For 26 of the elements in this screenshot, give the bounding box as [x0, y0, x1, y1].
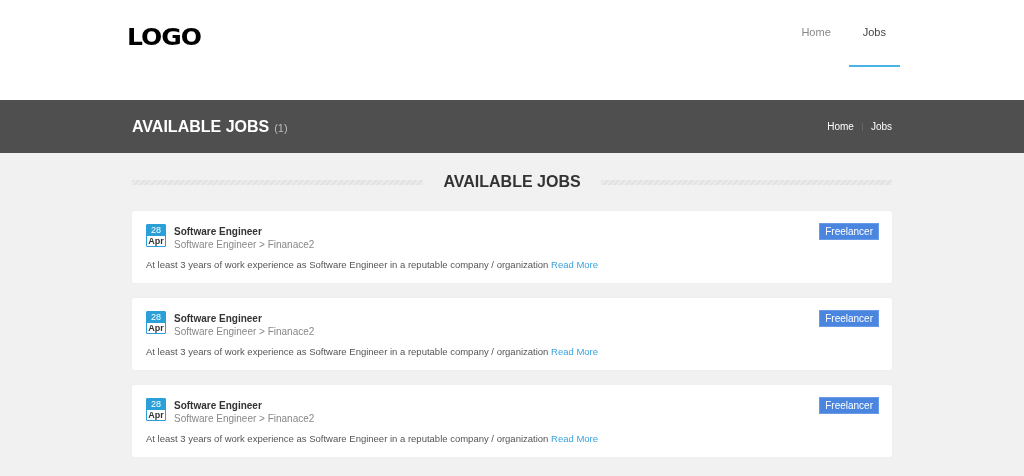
job-title: Software Engineer [174, 400, 263, 411]
job-category: Software Engineer > Finanace2 [174, 413, 315, 424]
job-title: Software Engineer [174, 313, 263, 324]
job-type-badge: Freelancer [819, 223, 879, 240]
nav-link[interactable]: Home [787, 0, 845, 67]
breadcrumb-link[interactable]: Jobs [870, 121, 892, 132]
job-type-badge: Freelancer [819, 310, 879, 327]
job-category: Software Engineer > Finanace2 [174, 326, 315, 337]
job-description: At least 3 years of work experience as Software Engineer in a reputable company / organization Read More [146, 346, 600, 357]
job-description: At least 3 years of work experience as Software Engineer in a reputable company / organization Read More [146, 259, 600, 270]
job-description: At least 3 years of work experience as Software Engineer in a reputable company / organization Read More [146, 433, 600, 444]
job-type-badge: Freelancer [819, 397, 879, 414]
read-more-link[interactable]: Read More [551, 259, 599, 270]
job-count: (1) [274, 121, 288, 134]
logo: LOGO [127, 22, 202, 51]
date-badge: 28 Apr [146, 311, 166, 334]
section-title: AVAILABLE JOBS [443, 173, 581, 191]
job-title: Software Engineer [174, 226, 263, 237]
date-badge: 28 Apr [146, 398, 166, 421]
breadcrumb-link[interactable]: Home [827, 121, 854, 132]
page-title: AVAILABLE JOBS [132, 117, 270, 136]
read-more-link[interactable]: Read More [551, 346, 599, 357]
nav-link[interactable]: Jobs [848, 0, 900, 67]
job-category: Software Engineer > Finanace2 [174, 239, 315, 250]
read-more-link[interactable]: Read More [551, 433, 599, 444]
date-badge: 28 Apr [146, 224, 166, 247]
